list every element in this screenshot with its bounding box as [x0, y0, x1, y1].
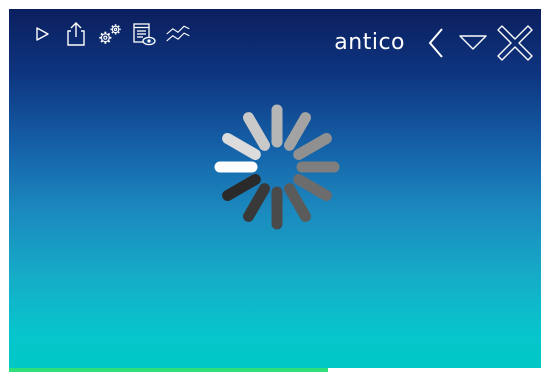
back-button[interactable] [419, 24, 453, 62]
chevron-left-icon [428, 28, 443, 58]
spinner-spoke [293, 133, 332, 160]
close-icon [497, 25, 533, 61]
toolbar-left [29, 19, 191, 49]
progress-bar-fill [9, 368, 329, 372]
spinner-spoke [222, 174, 261, 201]
progress-bar [9, 368, 541, 372]
spinner-spoke [243, 112, 270, 151]
document-preview-icon[interactable] [131, 21, 157, 47]
settings-gears-icon[interactable] [97, 21, 123, 47]
chart-trend-icon[interactable] [165, 21, 191, 47]
play-icon[interactable] [29, 21, 55, 47]
spinner-spoke [284, 112, 311, 151]
triangle-down-icon [459, 35, 487, 50]
share-icon[interactable] [63, 21, 89, 47]
loading-spinner [214, 104, 340, 230]
dropdown-button[interactable] [455, 24, 491, 62]
spinner-spoke [222, 133, 261, 160]
spinner-spoke [293, 174, 332, 201]
toolbar-right: antico [334, 23, 535, 63]
brand-logo: antico [334, 30, 405, 55]
spinner-spoke [243, 183, 270, 222]
app-window: antico [9, 9, 541, 372]
spinner-spoke [284, 183, 311, 222]
close-button[interactable] [495, 24, 535, 62]
